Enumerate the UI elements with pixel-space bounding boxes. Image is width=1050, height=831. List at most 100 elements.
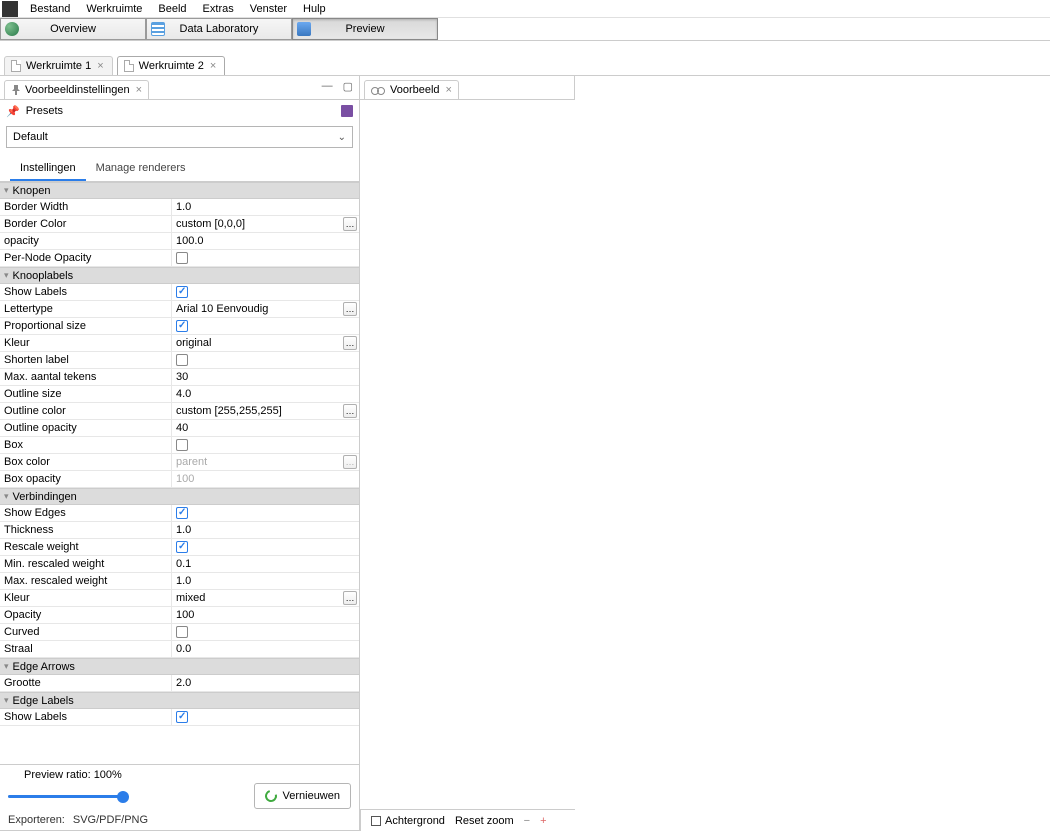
ellipsis-button[interactable]: …: [343, 302, 357, 316]
close-icon[interactable]: ×: [136, 84, 142, 96]
minimize-icon[interactable]: —: [322, 80, 333, 93]
workspace-tab-1[interactable]: Werkruimte 1 ×: [4, 56, 113, 75]
row-outline-size[interactable]: Outline size4.0: [0, 386, 359, 403]
checkbox[interactable]: [176, 320, 188, 332]
export-svg-pdf-png[interactable]: SVG/PDF/PNG: [73, 814, 148, 826]
section-knopen[interactable]: ▾Knopen: [0, 182, 359, 199]
preset-select[interactable]: Default ⌄: [6, 126, 353, 148]
checkbox[interactable]: [176, 286, 188, 298]
ellipsis-button[interactable]: …: [343, 455, 357, 469]
row-outline-color[interactable]: Outline colorcustom [255,255,255]…: [0, 403, 359, 420]
mode-overview[interactable]: Overview: [0, 18, 146, 40]
workspace-tab-2[interactable]: Werkruimte 2 ×: [117, 56, 226, 75]
zoom-in-button[interactable]: +: [540, 815, 546, 827]
ellipsis-button[interactable]: …: [343, 217, 357, 231]
menu-extras[interactable]: Extras: [195, 3, 242, 15]
preview-ratio-label: Preview ratio: 100%: [24, 769, 351, 781]
restore-icon[interactable]: ▢: [343, 80, 353, 93]
menu-werkruimte[interactable]: Werkruimte: [78, 3, 150, 15]
menu-hulp[interactable]: Hulp: [295, 3, 334, 15]
panel-window-actions: — ▢: [322, 80, 353, 93]
zoom-out-button[interactable]: −: [524, 815, 530, 827]
row-edge-opacity[interactable]: Opacity100: [0, 607, 359, 624]
refresh-button[interactable]: Vernieuwen: [254, 783, 352, 809]
row-per-node-opacity[interactable]: Per-Node Opacity: [0, 250, 359, 267]
row-show-labels[interactable]: Show Labels: [0, 284, 359, 301]
ellipsis-button[interactable]: …: [343, 591, 357, 605]
menu-venster[interactable]: Venster: [242, 3, 295, 15]
close-icon[interactable]: ×: [97, 60, 103, 72]
close-icon[interactable]: ×: [446, 84, 452, 96]
checkbox[interactable]: [371, 816, 381, 826]
pin-icon: [11, 85, 21, 95]
checkbox[interactable]: [176, 354, 188, 366]
chevron-down-icon: ▾: [4, 491, 9, 502]
reset-zoom-button[interactable]: Reset zoom: [455, 815, 514, 827]
tab-instellingen[interactable]: Instellingen: [10, 157, 86, 181]
row-kleur-edge[interactable]: Kleurmixed…: [0, 590, 359, 607]
chevron-down-icon: ▾: [4, 270, 9, 281]
preview-ratio-slider[interactable]: [8, 788, 123, 804]
section-edge-labels[interactable]: ▾Edge Labels: [0, 692, 359, 709]
section-edge-arrows-title: Edge Arrows: [13, 661, 75, 673]
presets-label: Presets: [26, 105, 63, 117]
row-outline-opacity[interactable]: Outline opacity40: [0, 420, 359, 437]
menu-bestand[interactable]: Bestand: [22, 3, 78, 15]
background-toggle[interactable]: Achtergrond: [371, 815, 445, 827]
export-label: Exporteren:: [8, 814, 65, 826]
row-show-edges[interactable]: Show Edges: [0, 505, 359, 522]
row-border-width[interactable]: Border Width1.0: [0, 199, 359, 216]
row-max-rescaled[interactable]: Max. rescaled weight1.0: [0, 573, 359, 590]
section-knooplabels-title: Knooplabels: [13, 270, 74, 282]
tab-voorbeeldinstellingen-label: Voorbeeldinstellingen: [25, 84, 130, 96]
row-kleur-node[interactable]: Kleuroriginal…: [0, 335, 359, 352]
row-min-rescaled[interactable]: Min. rescaled weight0.1: [0, 556, 359, 573]
checkbox[interactable]: [176, 252, 188, 264]
row-edge-show-labels[interactable]: Show Labels: [0, 709, 359, 726]
row-curved[interactable]: Curved: [0, 624, 359, 641]
section-verbindingen[interactable]: ▾ Verbindingen: [0, 488, 359, 505]
row-max-chars[interactable]: Max. aantal tekens30: [0, 369, 359, 386]
tab-voorbeeldinstellingen[interactable]: Voorbeeldinstellingen ×: [4, 80, 149, 99]
row-straal[interactable]: Straal0.0: [0, 641, 359, 658]
export-row: Exporteren: SVG/PDF/PNG: [8, 814, 351, 826]
section-knooplabels[interactable]: ▾ Knooplabels: [0, 267, 359, 284]
preview-canvas[interactable]: [360, 100, 1050, 809]
checkbox[interactable]: [176, 711, 188, 723]
checkbox[interactable]: [176, 626, 188, 638]
table-icon: [151, 22, 165, 36]
settings-panel: Voorbeeldinstellingen × — ▢ 📌 Presets De…: [0, 76, 360, 831]
row-grootte[interactable]: Grootte2.0: [0, 675, 359, 692]
tab-voorbeeld[interactable]: Voorbeeld ×: [364, 80, 459, 99]
checkbox[interactable]: [176, 541, 188, 553]
chevron-down-icon: ▾: [4, 695, 9, 706]
checkbox[interactable]: [176, 507, 188, 519]
save-preset-icon[interactable]: [341, 105, 353, 117]
preset-selected-value: Default: [13, 131, 48, 143]
row-shorten-label[interactable]: Shorten label: [0, 352, 359, 369]
row-border-color[interactable]: Border Colorcustom [0,0,0]…: [0, 216, 359, 233]
section-verbindingen-title: Verbindingen: [13, 491, 77, 503]
mode-preview[interactable]: Preview: [292, 18, 438, 40]
refresh-button-label: Vernieuwen: [283, 790, 341, 802]
row-box[interactable]: Box: [0, 437, 359, 454]
workspace-tab-2-label: Werkruimte 2: [139, 60, 204, 72]
section-edge-arrows[interactable]: ▾Edge Arrows: [0, 658, 359, 675]
settings-scroll[interactable]: ▾Knopen Border Width1.0 Border Colorcust…: [0, 182, 359, 764]
row-box-color[interactable]: Box colorparent…: [0, 454, 359, 471]
mode-preview-label: Preview: [345, 23, 384, 35]
menu-beeld[interactable]: Beeld: [150, 3, 194, 15]
row-lettertype[interactable]: LettertypeArial 10 Eenvoudig…: [0, 301, 359, 318]
ellipsis-button[interactable]: …: [343, 404, 357, 418]
tab-manage-renderers[interactable]: Manage renderers: [86, 157, 196, 181]
close-icon[interactable]: ×: [210, 60, 216, 72]
row-proportional-size[interactable]: Proportional size: [0, 318, 359, 335]
mode-datalab[interactable]: Data Laboratory: [146, 18, 292, 40]
ellipsis-button[interactable]: …: [343, 336, 357, 350]
row-opacity[interactable]: opacity100.0: [0, 233, 359, 250]
chevron-down-icon: ⌄: [338, 132, 346, 143]
row-box-opacity[interactable]: Box opacity100: [0, 471, 359, 488]
row-rescale-weight[interactable]: Rescale weight: [0, 539, 359, 556]
row-thickness[interactable]: Thickness1.0: [0, 522, 359, 539]
checkbox[interactable]: [176, 439, 188, 451]
